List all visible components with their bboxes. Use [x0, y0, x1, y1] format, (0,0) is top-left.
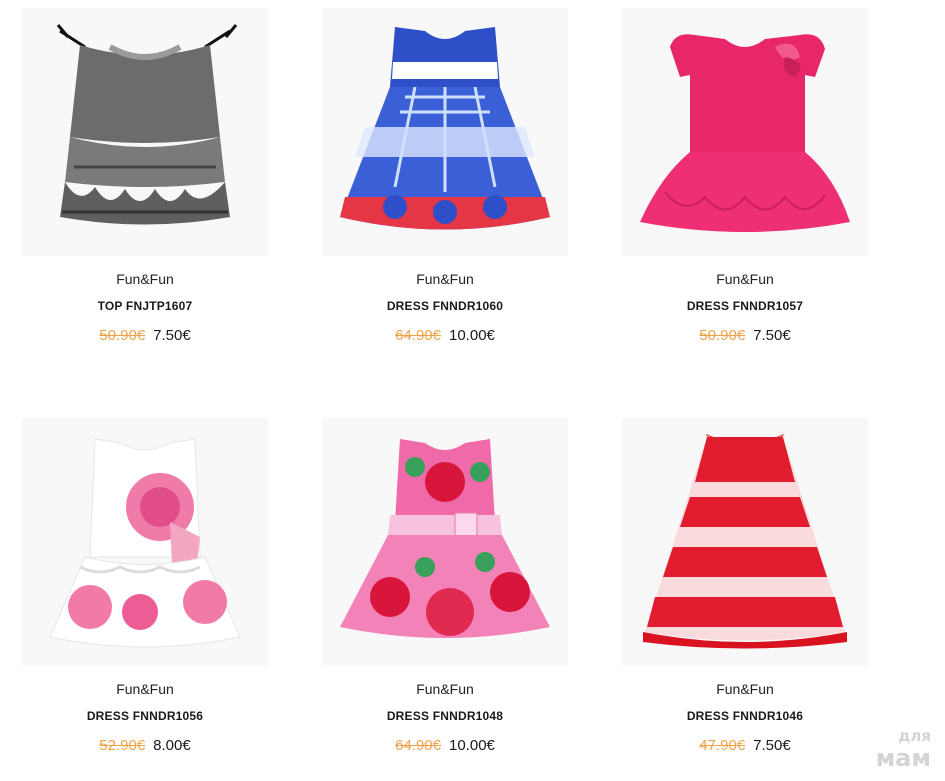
product-image[interactable]: [322, 8, 568, 256]
product-card[interactable]: Fun&Fun DRESS FNNDR1057 50.90€ 7.50€: [622, 8, 868, 346]
product-card[interactable]: Fun&Fun DRESS FNNDR1046 47.90€ 7.50€: [622, 418, 868, 756]
product-card[interactable]: Fun&Fun DRESS FNNDR1060 64.90€ 10.00€: [322, 8, 568, 346]
sale-price: 7.50€: [753, 737, 791, 754]
product-card[interactable]: Fun&Fun TOP FNJTP1607 50.90€ 7.50€: [22, 8, 268, 346]
product-brand: Fun&Fun: [416, 681, 474, 697]
product-price: 47.90€ 7.50€: [622, 736, 868, 756]
sale-price: 7.50€: [153, 327, 191, 344]
sale-price: 7.50€: [753, 327, 791, 344]
old-price: 50.90€: [699, 327, 746, 344]
product-brand: Fun&Fun: [716, 681, 774, 697]
product-price: 64.90€ 10.00€: [322, 326, 568, 346]
product-title[interactable]: DRESS FNNDR1046: [622, 708, 868, 724]
product-price: 64.90€ 10.00€: [322, 736, 568, 756]
product-grid: Fun&Fun TOP FNJTP1607 50.90€ 7.50€ Fun&Fu…: [0, 0, 945, 781]
product-title[interactable]: DRESS FNNDR1057: [622, 298, 868, 314]
red-lace-dress-image: [643, 433, 847, 649]
product-image[interactable]: [322, 418, 568, 666]
sale-price: 10.00€: [449, 327, 495, 344]
product-card[interactable]: Fun&Fun DRESS FNNDR1048 64.90€ 10.00€: [322, 418, 568, 756]
old-price: 64.90€: [395, 327, 441, 344]
pink-dress-image: [640, 34, 850, 232]
product-title[interactable]: DRESS FNNDR1056: [22, 708, 268, 724]
old-price: 52.90€: [99, 737, 146, 754]
pink-floral-dress-image: [340, 439, 550, 638]
white-rose-dress-image: [49, 438, 241, 648]
product-title[interactable]: DRESS FNNDR1048: [322, 708, 568, 724]
product-brand: Fun&Fun: [716, 271, 774, 287]
watermark-logo: для мам: [857, 727, 931, 773]
watermark-line-1: для: [898, 727, 931, 745]
old-price: 50.90€: [99, 327, 146, 344]
product-brand: Fun&Fun: [416, 271, 474, 287]
blue-red-dress-image: [340, 27, 550, 230]
product-price: 50.90€ 7.50€: [622, 326, 868, 346]
old-price: 64.90€: [395, 737, 441, 754]
product-brand: Fun&Fun: [116, 271, 174, 287]
gray-ruffle-top-image: [56, 24, 238, 225]
product-title[interactable]: TOP FNJTP1607: [22, 298, 268, 314]
watermark-line-2: мам: [875, 744, 931, 772]
product-image[interactable]: [622, 8, 868, 256]
product-card[interactable]: Fun&Fun DRESS FNNDR1056 52.90€ 8.00€: [22, 418, 268, 756]
product-price: 52.90€ 8.00€: [22, 736, 268, 756]
product-brand: Fun&Fun: [116, 681, 174, 697]
product-price: 50.90€ 7.50€: [22, 326, 268, 346]
product-image[interactable]: [622, 418, 868, 666]
sale-price: 8.00€: [153, 737, 191, 754]
product-image[interactable]: [22, 8, 268, 256]
old-price: 47.90€: [699, 737, 746, 754]
product-title[interactable]: DRESS FNNDR1060: [322, 298, 568, 314]
sale-price: 10.00€: [449, 737, 495, 754]
product-image[interactable]: [22, 418, 268, 666]
